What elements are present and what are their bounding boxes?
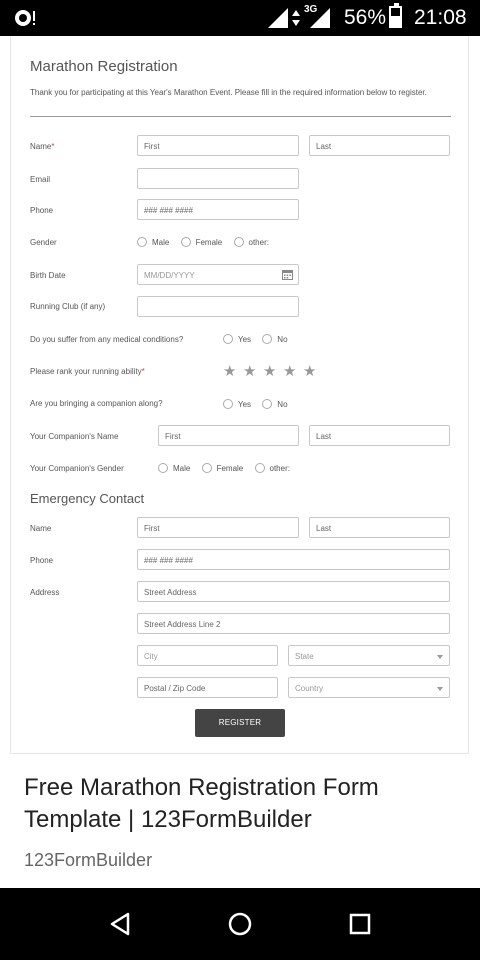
star-icon[interactable]: ★	[243, 364, 257, 379]
back-icon[interactable]	[106, 910, 134, 938]
medical-yes-radio[interactable]: Yes	[223, 334, 251, 344]
emergency-phone-label: Phone	[30, 556, 54, 565]
form-title: Marathon Registration	[30, 58, 178, 75]
battery-icon	[389, 3, 402, 28]
city-input[interactable]: City	[137, 645, 278, 666]
medical-label: Do you suffer from any medical condition…	[30, 335, 184, 344]
star-icon[interactable]: ★	[303, 364, 317, 379]
register-button[interactable]: REGISTER	[195, 709, 285, 737]
rank-label: Please rank your running ability*	[30, 367, 145, 376]
star-icon[interactable]: ★	[223, 364, 237, 379]
phone-label: Phone	[30, 206, 54, 215]
emergency-phone-input[interactable]: ### ### ####	[137, 549, 450, 570]
first-name-input[interactable]: First	[137, 135, 299, 156]
medical-options: Yes No	[223, 334, 297, 346]
home-icon[interactable]	[226, 910, 254, 938]
signal-icon	[268, 8, 330, 28]
companion-question-label: Are you bringing a companion along?	[30, 399, 163, 408]
running-club-input[interactable]	[137, 296, 299, 317]
companion-last-name-input[interactable]: Last	[309, 425, 450, 446]
clock: 21:08	[414, 6, 467, 29]
gender-other-radio[interactable]: other:	[233, 237, 269, 247]
battery-percent: 56%	[344, 6, 387, 29]
birth-date-input[interactable]: MM/DD/YYYY	[137, 264, 299, 285]
email-label: Email	[30, 175, 51, 184]
companion-no-radio[interactable]: No	[262, 399, 288, 409]
street-address-line2-input[interactable]: Street Address Line 2	[137, 613, 450, 634]
emergency-first-name-input[interactable]: First	[137, 517, 299, 538]
chevron-down-icon	[437, 687, 443, 691]
rating-stars[interactable]: ★ ★ ★ ★ ★	[223, 363, 323, 381]
companion-gender-options: Male Female other:	[158, 463, 299, 475]
form-card: Marathon Registration Thank you for part…	[10, 36, 469, 754]
address-label: Address	[30, 588, 60, 597]
gender-male-radio[interactable]: Male	[137, 237, 169, 247]
state-select-value: State	[295, 652, 314, 661]
state-select[interactable]: State	[288, 645, 450, 666]
street-address-input[interactable]: Street Address	[137, 581, 450, 602]
divider	[30, 116, 451, 117]
emergency-last-name-input[interactable]: Last	[309, 517, 450, 538]
birth-date-label: Birth Date	[30, 271, 66, 280]
companion-gender-male-radio[interactable]: Male	[158, 463, 190, 473]
zip-input[interactable]: Postal / Zip Code	[137, 677, 278, 698]
name-label: Name*	[30, 142, 55, 151]
medical-no-radio[interactable]: No	[262, 334, 288, 344]
phone-input[interactable]: ### ### ####	[137, 199, 299, 220]
chevron-down-icon	[437, 655, 443, 659]
companion-gender-female-radio[interactable]: Female	[201, 463, 243, 473]
recents-icon[interactable]	[346, 910, 374, 938]
running-club-label: Running Club (if any)	[30, 302, 106, 311]
birth-date-placeholder: MM/DD/YYYY	[144, 271, 195, 280]
emergency-section-title: Emergency Contact	[30, 491, 145, 506]
status-bar: 3G 56% 21:08	[0, 0, 480, 36]
gender-options: Male Female other:	[137, 237, 278, 249]
email-input[interactable]	[137, 168, 299, 189]
navigation-bar	[0, 888, 480, 960]
country-select-value: Country	[295, 684, 324, 693]
form-intro: Thank you for participating at this Year…	[30, 88, 427, 97]
companion-yes-radio[interactable]: Yes	[223, 399, 251, 409]
star-icon[interactable]: ★	[283, 364, 297, 379]
notification-app-icon	[15, 10, 35, 26]
companion-gender-label: Your Companion's Gender	[30, 464, 124, 473]
companion-name-label: Your Companion's Name	[30, 432, 119, 441]
companion-first-name-input[interactable]: First	[158, 425, 299, 446]
companion-gender-other-radio[interactable]: other:	[254, 463, 290, 473]
country-select[interactable]: Country	[288, 677, 450, 698]
result-title[interactable]: Free Marathon Registration Form Template…	[24, 772, 464, 836]
gender-label: Gender	[30, 238, 57, 247]
result-source: 123FormBuilder	[24, 850, 153, 870]
last-name-input[interactable]: Last	[309, 135, 450, 156]
calendar-icon[interactable]	[282, 269, 293, 280]
emergency-name-label: Name	[30, 524, 52, 533]
network-type: 3G	[304, 4, 318, 15]
gender-female-radio[interactable]: Female	[180, 237, 222, 247]
star-icon[interactable]: ★	[263, 364, 277, 379]
companion-options: Yes No	[223, 399, 297, 411]
